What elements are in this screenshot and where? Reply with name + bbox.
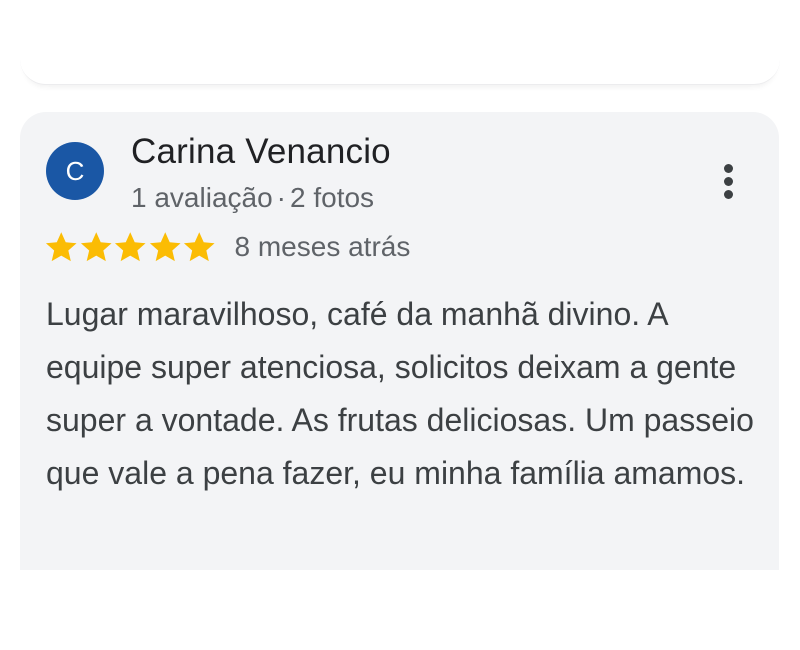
review-date: 8 meses atrás [234,231,411,262]
photo-count: 2 fotos [289,182,375,213]
star-icon [183,232,215,262]
reviewer-meta: 1 avaliação · 2 fotos [131,182,374,214]
meta-separator: · [276,182,286,213]
avatar[interactable]: C [46,142,104,200]
star-icon [80,232,112,262]
rating-row: 8 meses atrás [44,228,410,266]
previous-review-card-edge [20,20,780,85]
reviewer-name[interactable]: Carina Venancio [131,132,391,172]
star-icon [45,232,77,262]
review-card: C Carina Venancio 1 avaliação · 2 fotos 8 … [20,112,779,570]
avatar-initial: C [65,155,85,186]
more-options-button[interactable] [714,160,746,204]
review-text: Lugar maravilhoso, café da manhã divino.… [46,296,754,491]
star-icon [149,232,181,262]
star-rating [44,230,217,264]
star-icon [114,232,146,262]
review-count: 1 avaliação [131,182,273,213]
